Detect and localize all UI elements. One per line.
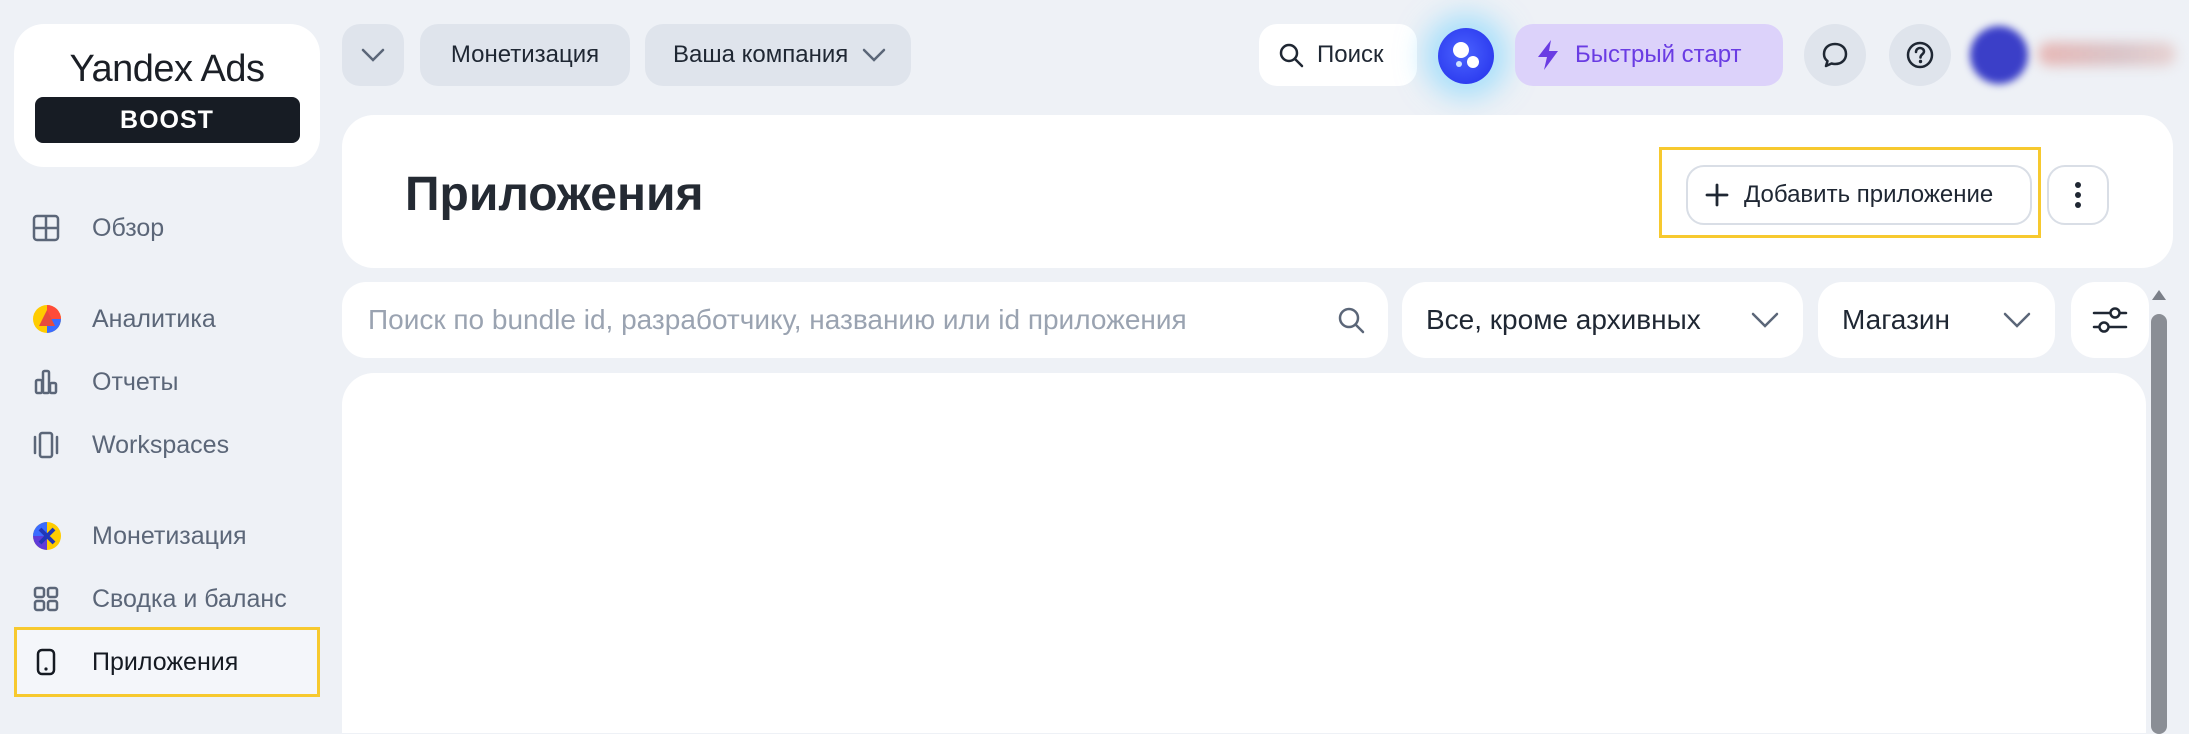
chat-bubble-icon [1820, 40, 1850, 70]
search-icon [1277, 41, 1305, 69]
sidebar-item-label: Приложения [92, 647, 239, 676]
section-switch-button[interactable]: Монетизация [420, 24, 630, 86]
add-application-button[interactable]: Добавить приложение [1686, 165, 2032, 225]
workspaces-icon [32, 431, 92, 459]
username-redacted [2038, 42, 2176, 66]
sidebar-item-analytics[interactable]: Аналитика [14, 290, 320, 348]
global-search-button[interactable]: Поиск [1259, 24, 1417, 86]
brand-logo[interactable]: Yandex Ads BOOST [14, 24, 320, 167]
lightning-icon [1535, 39, 1561, 71]
company-label: Ваша компания [673, 41, 849, 68]
sliders-icon [2092, 304, 2128, 336]
grid-icon [32, 214, 92, 242]
sidebar-item-overview[interactable]: Обзор [14, 199, 320, 257]
scroll-up-arrow[interactable] [2152, 290, 2166, 300]
sidebar-item-label: Обзор [92, 213, 165, 242]
ai-assistant-button[interactable] [1438, 28, 1494, 84]
chevron-down-icon [361, 48, 385, 62]
sidebar-item-monetization[interactable]: Монетизация [14, 507, 320, 565]
page-header: Приложения Добавить приложение [342, 115, 2173, 268]
chat-button[interactable] [1804, 24, 1866, 86]
applications-list [342, 373, 2146, 733]
section-label: Монетизация [450, 41, 600, 68]
brand-name: Yandex Ads [69, 48, 265, 90]
brand-badge: BOOST [34, 97, 300, 143]
ai-assistant-icon [1453, 42, 1479, 68]
more-options-button[interactable] [2047, 165, 2109, 225]
chevron-down-icon [862, 48, 886, 62]
sidebar-item-label: Workspaces [92, 430, 230, 459]
apps-search-input[interactable] [366, 303, 1336, 337]
company-select[interactable]: Ваша компания [645, 24, 911, 86]
quick-start-label: Быстрый старт [1575, 41, 1742, 68]
page-title: Приложения [405, 168, 704, 221]
quick-start-button[interactable]: Быстрый старт [1515, 24, 1783, 86]
sidebar-item-workspaces[interactable]: Workspaces [14, 416, 320, 474]
apps-search-field[interactable] [342, 282, 1388, 358]
sidebar-item-applications[interactable]: Приложения [14, 627, 320, 697]
scrollbar[interactable] [2151, 314, 2167, 734]
sidebar-item-label: Аналитика [92, 304, 216, 333]
bar-chart-icon [32, 368, 92, 396]
chevron-down-icon [2003, 312, 2031, 328]
status-filter-value: Все, кроме архивных [1426, 304, 1701, 335]
analytics-logo-icon [32, 304, 92, 334]
store-filter-select[interactable]: Магазин [1818, 282, 2055, 358]
avatar[interactable] [1970, 26, 2028, 84]
vertical-dots-icon [2074, 181, 2082, 209]
sidebar-item-label: Отчеты [92, 367, 179, 396]
sidebar-item-label: Сводка и баланс [92, 584, 287, 613]
filter-settings-button[interactable] [2071, 282, 2149, 358]
search-label: Поиск [1317, 41, 1384, 68]
status-filter-select[interactable]: Все, кроме архивных [1402, 282, 1803, 358]
sidebar-item-reports[interactable]: Отчеты [14, 353, 320, 411]
help-button[interactable] [1889, 24, 1951, 86]
phone-icon [32, 648, 92, 676]
plus-icon [1704, 182, 1730, 208]
sidebar-collapse-button[interactable] [342, 24, 404, 86]
add-application-label: Добавить приложение [1744, 181, 1994, 208]
question-circle-icon [1905, 40, 1935, 70]
monetization-logo-icon [32, 521, 92, 551]
four-squares-icon [32, 585, 92, 613]
sidebar-item-summary-balance[interactable]: Сводка и баланс [14, 570, 320, 628]
store-filter-value: Магазин [1842, 304, 1951, 335]
sidebar-item-label: Монетизация [92, 521, 247, 550]
search-icon[interactable] [1336, 305, 1366, 335]
chevron-down-icon [1751, 312, 1779, 328]
